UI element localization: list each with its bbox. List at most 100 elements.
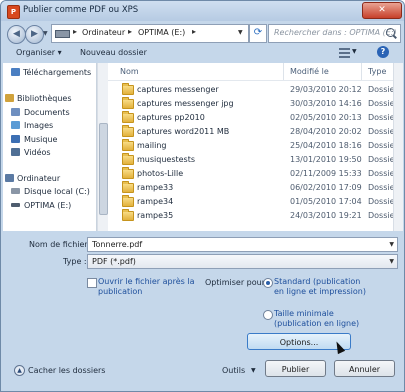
breadcrumb-drive[interactable]: OPTIMA (E:) (138, 28, 185, 37)
open-after-label[interactable]: Ouvrir le fichier après la publication (98, 277, 198, 297)
file-name: rampe35 (137, 211, 174, 220)
scrollbar-thumb[interactable] (99, 123, 108, 215)
navigation-pane: Téléchargements Bibliothèques Documents … (3, 63, 97, 231)
open-after-checkbox[interactable] (87, 278, 97, 288)
sidebar-item-label: Ordinateur (17, 174, 61, 183)
table-row[interactable]: captures pp2010 02/05/2010 20:13 Dossie (108, 111, 393, 124)
documents-icon (11, 108, 20, 116)
column-header-row: Nom Modifié le Type (108, 63, 393, 81)
forward-button[interactable]: ▶ (25, 25, 44, 44)
table-row[interactable]: rampe35 24/03/2010 19:21 Dossie (108, 209, 393, 222)
computer-icon (5, 174, 14, 182)
breadcrumb-separator[interactable]: ▸ (192, 27, 196, 36)
usb-drive-icon (11, 203, 20, 207)
filename-label: Nom de fichier : (29, 240, 93, 249)
sidebar-item-label: Disque local (C:) (24, 187, 90, 196)
folder-icon (122, 167, 134, 179)
sidebar-item-label: Bibliothèques (17, 94, 72, 103)
search-icon[interactable] (386, 28, 395, 37)
filename-value: Tonnerre.pdf (92, 240, 143, 249)
type-value: PDF (*.pdf) (92, 257, 136, 266)
tools-button[interactable]: Outils (222, 366, 245, 375)
table-row[interactable]: captures word2011 MB 28/04/2010 20:02 Doss… (108, 125, 393, 138)
table-row[interactable]: rampe33 06/02/2010 17:09 Dossie (108, 181, 393, 194)
file-name: captures messenger jpg (137, 99, 234, 108)
folder-icon (122, 83, 134, 95)
file-date: 28/04/2010 20:02 (290, 127, 362, 136)
search-input[interactable]: Rechercher dans : OPTIMA (E:) (268, 24, 401, 43)
file-type: Dossie (368, 183, 393, 192)
powerpoint-app-icon: P (7, 5, 20, 19)
close-button[interactable]: ✕ (362, 2, 402, 19)
title-bar: P Publier comme PDF ou XPS ✕ (1, 1, 404, 21)
new-folder-button[interactable]: Nouveau dossier (80, 48, 147, 57)
folder-icon (122, 125, 134, 137)
column-header-modified[interactable]: Modifié le (284, 63, 362, 80)
standard-option-label[interactable]: Standard (publication en ligne et impres… (274, 277, 366, 297)
recent-pages-dropdown[interactable]: ▼ (43, 30, 48, 37)
view-dropdown-icon[interactable]: ▼ (352, 48, 357, 55)
file-date: 02/05/2010 20:13 (290, 113, 362, 122)
file-type: Dossie (368, 197, 393, 206)
file-type: Dossie (368, 155, 393, 164)
back-button[interactable]: ◀ (7, 25, 26, 44)
navigation-scrollbar[interactable] (97, 63, 108, 231)
type-select[interactable]: PDF (*.pdf) ▼ (87, 254, 398, 269)
breadcrumb-separator[interactable]: ▸ (73, 27, 77, 36)
filename-input[interactable]: Tonnerre.pdf ▼ (87, 237, 398, 252)
refresh-button[interactable]: ⟳ (249, 24, 267, 43)
folder-icon (122, 97, 134, 109)
file-name: rampe33 (137, 183, 174, 192)
chevron-down-icon[interactable]: ▼ (389, 241, 394, 248)
file-date: 13/01/2010 19:50 (290, 155, 362, 164)
type-label: Type : (63, 257, 87, 266)
view-options-icon[interactable] (339, 48, 350, 58)
file-date: 02/11/2009 15:33 (290, 169, 362, 178)
images-icon (11, 121, 20, 129)
optimize-label: Optimiser pour : (205, 278, 271, 287)
libraries-icon (5, 94, 14, 102)
publish-button[interactable]: Publier (265, 360, 326, 377)
file-list-scrollbar[interactable] (393, 63, 403, 231)
folder-icon (122, 139, 134, 151)
address-dropdown-icon[interactable]: ▼ (238, 29, 243, 36)
sidebar-item-label: Vidéos (24, 148, 51, 157)
column-header-name[interactable]: Nom (114, 63, 284, 80)
minimal-size-radio[interactable] (263, 310, 273, 320)
chevron-down-icon[interactable]: ▼ (389, 258, 394, 265)
table-row[interactable]: photos-Lille 02/11/2009 15:33 Dossie (108, 167, 393, 180)
dialog-window: P Publier comme PDF ou XPS ✕ ◀ ▶ ▼ ▸ Ord… (0, 0, 405, 392)
table-row[interactable]: mailing 25/04/2010 18:16 Dossie (108, 139, 393, 152)
organize-button[interactable]: Organiser ▾ (16, 48, 62, 57)
standard-radio[interactable] (263, 278, 273, 288)
minimal-size-option-label[interactable]: Taille minimale (publication en ligne) (274, 309, 374, 329)
file-type: Dossie (368, 169, 393, 178)
tools-dropdown-icon[interactable]: ▼ (251, 367, 256, 374)
table-row[interactable]: captures messenger jpg 30/03/2010 14:16 Do… (108, 97, 393, 110)
cancel-button[interactable]: Annuler (334, 360, 395, 377)
column-header-type[interactable]: Type (362, 63, 393, 80)
file-type: Dossie (368, 85, 393, 94)
breadcrumb-computer[interactable]: Ordinateur (82, 28, 125, 37)
collapse-icon[interactable]: ▲ (14, 365, 25, 376)
drive-icon (55, 30, 70, 38)
download-folder-icon (11, 68, 20, 76)
folder-icon (122, 195, 134, 207)
window-title: Publier comme PDF ou XPS (23, 5, 139, 15)
address-bar[interactable]: ▸ Ordinateur ▸ OPTIMA (E:) ▸ ▼ (51, 24, 249, 43)
file-date: 29/03/2010 20:12 (290, 85, 362, 94)
file-type: Dossie (368, 141, 393, 150)
file-name: musiquestests (137, 155, 196, 164)
table-row[interactable]: captures messenger 29/03/2010 20:12 Dossie (108, 83, 393, 96)
file-type: Dossie (368, 113, 393, 122)
table-row[interactable]: rampe34 01/05/2010 17:04 Dossie (108, 195, 393, 208)
folder-icon (122, 153, 134, 165)
table-row[interactable]: musiquestests 13/01/2010 19:50 Dossie (108, 153, 393, 166)
sidebar-item-label: Documents (24, 108, 70, 117)
help-icon[interactable]: ? (377, 46, 389, 58)
breadcrumb-separator[interactable]: ▸ (128, 27, 132, 36)
file-type: Dossie (368, 99, 393, 108)
drive-icon (11, 188, 20, 194)
folder-icon (122, 111, 134, 123)
hide-folders-button[interactable]: Cacher les dossiers (28, 366, 105, 375)
